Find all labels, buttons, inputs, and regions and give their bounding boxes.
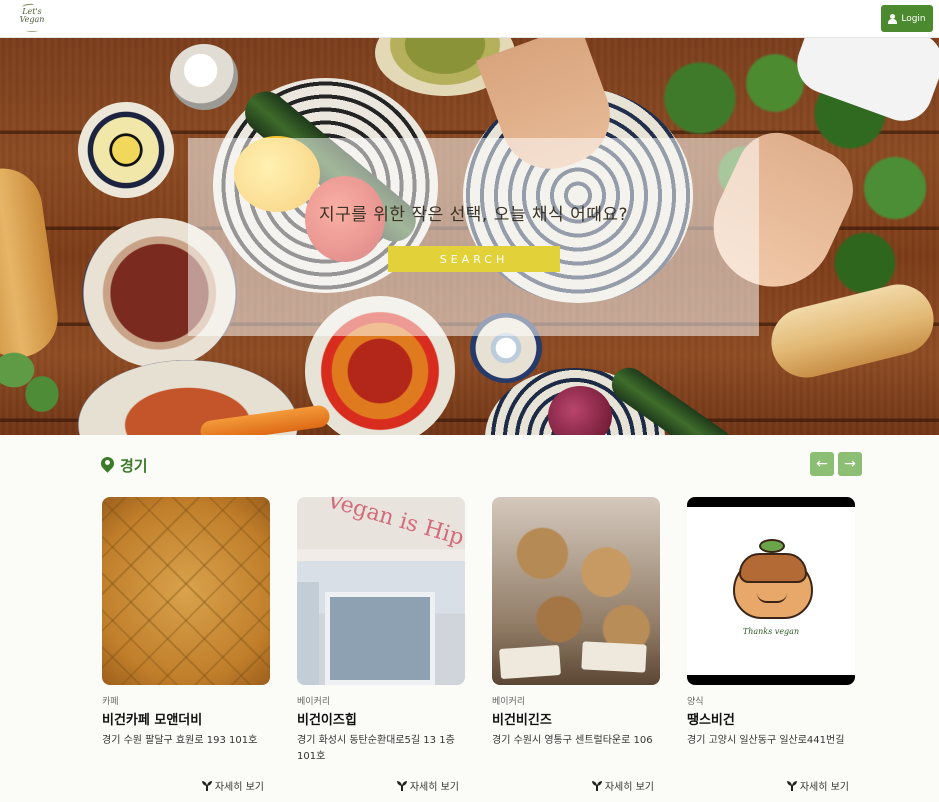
location-pin-icon xyxy=(101,457,114,473)
restaurant-thumbnail[interactable] xyxy=(492,497,660,685)
sprout-icon xyxy=(201,780,212,791)
bun-top xyxy=(739,553,807,583)
storefront-sign: Vegan is Hip xyxy=(324,497,465,551)
restaurant-thumbnail[interactable]: Vegan is Hip xyxy=(297,497,465,685)
storefront-window xyxy=(325,592,435,685)
detail-label: 자세히 보기 xyxy=(799,782,849,793)
carousel-next-button[interactable]: → xyxy=(838,452,862,476)
sprout-icon xyxy=(396,780,407,791)
login-label: Login xyxy=(901,13,926,24)
restaurant-thumbnail[interactable]: Thanks vegan xyxy=(687,497,855,685)
lets-vegan-logo[interactable]: Let's Vegan xyxy=(14,2,50,34)
restaurant-name: 비건비긴즈 xyxy=(492,713,552,728)
price-tag xyxy=(499,644,561,680)
restaurant-address: 경기 수원시 영통구 센트럴타운로 106 xyxy=(492,735,653,746)
hero-banner: 지구를 위한 작은 선택, 오늘 채식 어때요? SEARCH xyxy=(0,38,939,435)
restaurant-address: 경기 수원 팔달구 효원로 193 101호 xyxy=(102,735,258,746)
detail-link[interactable]: 자세히 보기 xyxy=(591,778,654,793)
login-button[interactable]: Login xyxy=(881,5,933,32)
restaurant-card[interactable]: Thanks vegan 양식 땡스비건 경기 고양시 일산동구 일산로441번… xyxy=(687,497,855,793)
restaurant-thumbnail[interactable] xyxy=(102,497,270,685)
thanks-vegan-logo-text: Thanks vegan xyxy=(742,627,800,636)
hero-sugar-pot xyxy=(170,44,238,110)
detail-label: 자세히 보기 xyxy=(409,782,459,793)
restaurant-name: 비건이즈힙 xyxy=(297,713,357,728)
logo-flourish-icon xyxy=(26,29,38,32)
detail-label: 자세히 보기 xyxy=(214,782,264,793)
price-tag xyxy=(581,641,647,673)
logo-line2: Vegan xyxy=(19,15,45,24)
restaurant-category: 카페 xyxy=(102,697,119,707)
mascot-sprout xyxy=(759,539,785,553)
hero-basil-leaves xyxy=(0,338,70,418)
restaurant-card[interactable]: Vegan is Hip 베이커리 비건이즈힙 경기 화성시 동탄순환대로5길 … xyxy=(297,497,465,793)
search-button[interactable]: SEARCH xyxy=(388,246,560,272)
detail-label: 자세히 보기 xyxy=(604,782,654,793)
sprout-icon xyxy=(786,780,797,791)
hero-headline: 지구를 위한 작은 선택, 오늘 채식 어때요? xyxy=(318,205,629,225)
hero-flower-bowl xyxy=(78,102,174,198)
restaurant-name: 땡스비건 xyxy=(687,713,735,728)
restaurant-category: 양식 xyxy=(687,697,704,707)
restaurant-category: 베이커리 xyxy=(492,697,526,707)
region-name: 경기 xyxy=(120,456,148,475)
carousel-prev-button[interactable]: ← xyxy=(810,452,834,476)
hero-overlay-panel xyxy=(188,138,759,336)
restaurant-name: 비건카페 모앤더비 xyxy=(102,713,203,728)
user-icon xyxy=(888,13,898,24)
restaurant-card[interactable]: 베이커리 비건비긴즈 경기 수원시 영통구 센트럴타운로 106 자세히 보기 xyxy=(492,497,660,793)
sprout-icon xyxy=(591,780,602,791)
hero-bread-left xyxy=(0,163,63,363)
region-title: 경기 xyxy=(101,454,148,476)
detail-link[interactable]: 자세히 보기 xyxy=(786,778,849,793)
top-header: Let's Vegan Login xyxy=(0,0,939,38)
storefront-door xyxy=(297,582,319,685)
restaurant-card[interactable]: 카페 비건카페 모앤더비 경기 수원 팔달구 효원로 193 101호 자세히 … xyxy=(102,497,270,793)
restaurant-address: 경기 화성시 동탄순환대로5길 13 1층 101호 xyxy=(297,735,455,762)
detail-link[interactable]: 자세히 보기 xyxy=(201,778,264,793)
detail-link[interactable]: 자세히 보기 xyxy=(396,778,459,793)
restaurant-category: 베이커리 xyxy=(297,697,331,707)
restaurant-address: 경기 고양시 일산동구 일산로441번길 xyxy=(687,735,845,746)
